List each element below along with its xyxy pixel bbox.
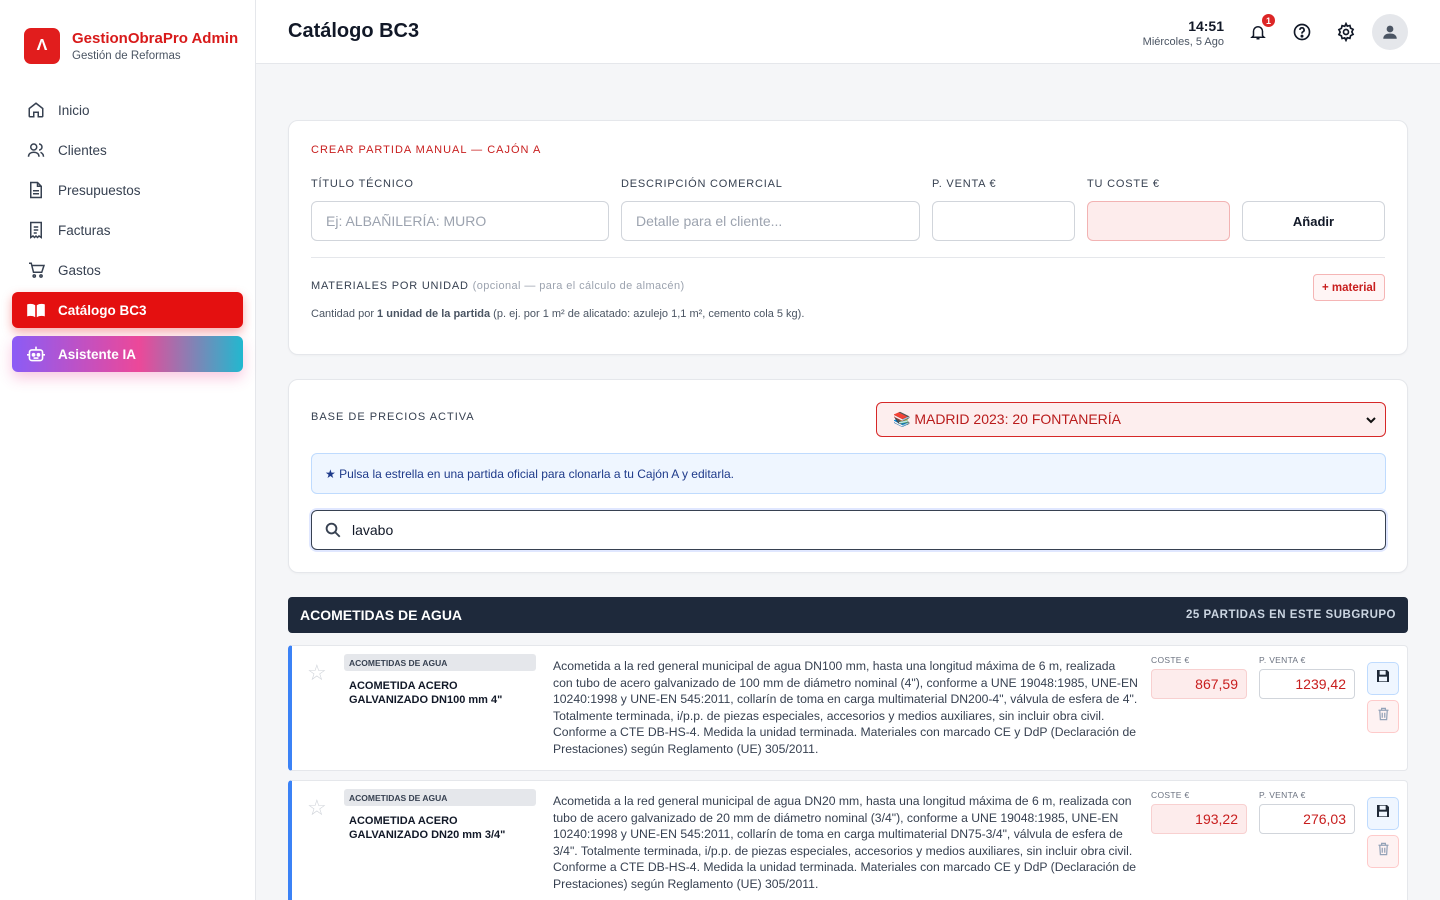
search-value: lavabo bbox=[352, 522, 394, 538]
cart-icon bbox=[26, 260, 46, 280]
sidebar: Ʌ GestionObraPro Admin Gestión de Reform… bbox=[0, 0, 256, 900]
titulo-input[interactable]: Ej: ALBAÑILERÍA: MURO bbox=[311, 201, 609, 241]
coste-label: TU COSTE € bbox=[1087, 178, 1160, 190]
sidebar-item-presupuestos[interactable]: Presupuestos bbox=[12, 172, 243, 208]
notification-badge: 1 bbox=[1261, 13, 1276, 28]
partida-description: Acometida a la red general municipal de … bbox=[553, 659, 1138, 756]
brand-logo-icon: Ʌ bbox=[24, 28, 60, 64]
sidebar-item-asistente-ia[interactable]: Asistente IA bbox=[12, 336, 243, 372]
document-icon bbox=[26, 180, 46, 200]
sidebar-item-clientes[interactable]: Clientes bbox=[12, 132, 243, 168]
descripcion-label: DESCRIPCIÓN COMERCIAL bbox=[621, 178, 783, 190]
sidebar-item-label: Catálogo BC3 bbox=[58, 302, 147, 318]
star-icon[interactable]: ☆ bbox=[307, 795, 327, 821]
sale-input[interactable]: 1239,42 bbox=[1259, 669, 1355, 699]
floppy-disk-icon bbox=[1375, 668, 1391, 689]
subgroup-name: ACOMETIDAS DE AGUA bbox=[300, 607, 463, 623]
add-partida-button[interactable]: Añadir bbox=[1242, 201, 1385, 241]
help-bold: 1 unidad de la partida bbox=[377, 308, 491, 320]
manual-partida-card: CREAR PARTIDA MANUAL — CAJÓN A TÍTULO TÉ… bbox=[288, 120, 1408, 355]
venta-input[interactable] bbox=[932, 201, 1075, 241]
info-banner: ★ Pulsa la estrella en una partida ofici… bbox=[311, 453, 1386, 494]
category-chip: ACOMETIDAS DE AGUA bbox=[344, 654, 536, 671]
descripcion-input[interactable]: Detalle para el cliente... bbox=[621, 201, 920, 241]
sidebar-item-gastos[interactable]: Gastos bbox=[12, 252, 243, 288]
category-chip: ACOMETIDAS DE AGUA bbox=[344, 789, 536, 806]
sidebar-item-label: Clientes bbox=[58, 142, 107, 158]
materials-help: Cantidad por 1 unidad de la partida (p. … bbox=[311, 308, 804, 320]
partida-name: ACOMETIDA ACERO GALVANIZADO DN20 mm 3/4" bbox=[349, 815, 506, 841]
avatar[interactable] bbox=[1372, 14, 1408, 50]
search-input[interactable]: lavabo bbox=[311, 510, 1386, 550]
floppy-disk-icon bbox=[1375, 803, 1391, 824]
sidebar-item-facturas[interactable]: Facturas bbox=[12, 212, 243, 248]
price-base-card: BASE DE PRECIOS ACTIVA 📚 MADRID 2023: 20… bbox=[288, 379, 1408, 573]
delete-button[interactable] bbox=[1367, 700, 1399, 733]
save-button[interactable] bbox=[1367, 797, 1399, 830]
sale-label: P. VENTA € bbox=[1259, 790, 1306, 800]
price-base-select[interactable]: 📚 MADRID 2023: 20 FONTANERÍA bbox=[876, 402, 1386, 437]
help-suffix: (p. ej. por 1 m² de alicatado: azulejo 1… bbox=[490, 308, 805, 320]
invoice-icon bbox=[26, 220, 46, 240]
trash-icon bbox=[1376, 706, 1391, 727]
price-base-selected: 📚 MADRID 2023: 20 FONTANERÍA bbox=[893, 411, 1122, 427]
cost-label: COSTE € bbox=[1151, 790, 1190, 800]
help-prefix: Cantidad por bbox=[311, 308, 378, 320]
sidebar-nav: Inicio Clientes Presupuestos Facturas Ga… bbox=[12, 92, 243, 376]
coste-input[interactable] bbox=[1087, 201, 1230, 241]
sidebar-item-label: Inicio bbox=[58, 102, 90, 118]
sidebar-item-label: Asistente IA bbox=[58, 346, 137, 362]
materials-title: MATERIALES POR UNIDAD (opcional — para e… bbox=[311, 280, 685, 292]
robot-icon bbox=[26, 344, 46, 364]
save-button[interactable] bbox=[1367, 662, 1399, 695]
divider bbox=[311, 257, 1385, 258]
sidebar-item-catalogo-bc3[interactable]: Catálogo BC3 bbox=[12, 292, 243, 328]
trash-icon bbox=[1376, 841, 1391, 862]
subgroup-header: ACOMETIDAS DE AGUA 25 PARTIDAS EN ESTE S… bbox=[288, 597, 1408, 633]
clock-date: Miércoles, 5 Ago bbox=[1142, 36, 1224, 48]
brand-subtitle: Gestión de Reformas bbox=[72, 50, 181, 62]
book-icon bbox=[26, 300, 46, 320]
titulo-label: TÍTULO TÉCNICO bbox=[311, 178, 414, 190]
materials-title-text: MATERIALES POR UNIDAD bbox=[311, 280, 469, 292]
top-header: Catálogo BC3 14:51 Miércoles, 5 Ago 1 bbox=[256, 0, 1440, 64]
page-title: Catálogo BC3 bbox=[288, 20, 420, 42]
price-base-label: BASE DE PRECIOS ACTIVA bbox=[311, 411, 475, 423]
star-icon[interactable]: ☆ bbox=[307, 660, 327, 686]
cost-input[interactable]: 867,59 bbox=[1151, 669, 1247, 699]
subgroup-count: 25 PARTIDAS EN ESTE SUBGRUPO bbox=[1186, 609, 1396, 621]
delete-button[interactable] bbox=[1367, 835, 1399, 868]
clock: 14:51 Miércoles, 5 Ago bbox=[1143, 18, 1224, 48]
materials-optional-text: (opcional — para el cálculo de almacén) bbox=[472, 280, 685, 292]
sidebar-item-inicio[interactable]: Inicio bbox=[12, 92, 243, 128]
users-icon bbox=[26, 140, 46, 160]
brand-title: GestionObraPro Admin bbox=[72, 30, 239, 47]
add-material-button[interactable]: + material bbox=[1312, 274, 1385, 301]
venta-label: P. VENTA € bbox=[932, 178, 997, 190]
home-icon bbox=[26, 100, 46, 120]
sale-input[interactable]: 276,03 bbox=[1259, 804, 1355, 834]
gear-icon[interactable] bbox=[1334, 20, 1358, 44]
cost-input[interactable]: 193,22 bbox=[1151, 804, 1247, 834]
sidebar-item-label: Presupuestos bbox=[58, 182, 141, 198]
clock-time: 14:51 bbox=[1188, 18, 1224, 34]
search-icon bbox=[324, 521, 342, 542]
partida-row: ☆ ACOMETIDAS DE AGUA ACOMETIDA ACERO GAL… bbox=[288, 780, 1408, 900]
sidebar-item-label: Facturas bbox=[58, 222, 111, 238]
sale-label: P. VENTA € bbox=[1259, 655, 1306, 665]
brand[interactable]: Ʌ GestionObraPro Admin Gestión de Reform… bbox=[24, 28, 238, 64]
chevron-down-icon bbox=[1365, 413, 1377, 429]
partida-row: ☆ ACOMETIDAS DE AGUA ACOMETIDA ACERO GAL… bbox=[288, 645, 1408, 771]
manual-section-title: CREAR PARTIDA MANUAL — CAJÓN A bbox=[311, 144, 542, 156]
partida-name: ACOMETIDA ACERO GALVANIZADO DN100 mm 4" bbox=[349, 680, 503, 706]
help-icon[interactable] bbox=[1290, 20, 1314, 44]
partida-description: Acometida a la red general municipal de … bbox=[553, 794, 1137, 891]
cost-label: COSTE € bbox=[1151, 655, 1190, 665]
sidebar-item-label: Gastos bbox=[58, 262, 101, 278]
